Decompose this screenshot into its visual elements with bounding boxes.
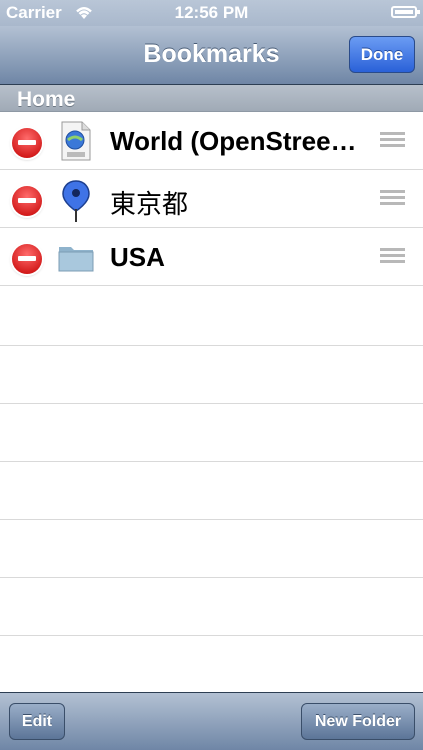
section-header: Home <box>0 85 423 112</box>
list-separator <box>0 519 423 520</box>
map-pin-icon <box>58 179 94 222</box>
section-label: Home <box>17 88 76 111</box>
edit-button[interactable]: Edit <box>9 703 65 740</box>
list-separator <box>0 577 423 578</box>
delete-icon[interactable] <box>12 128 42 158</box>
reorder-handle-icon[interactable] <box>380 190 405 210</box>
list-item[interactable]: 東京都 <box>0 170 423 228</box>
list-separator <box>0 403 423 404</box>
battery-icon <box>391 6 420 18</box>
bottom-toolbar: Edit New Folder <box>0 692 423 750</box>
status-bar: Carrier 12:56 PM <box>0 0 423 26</box>
bookmark-name: USA <box>110 242 165 272</box>
new-folder-button[interactable]: New Folder <box>301 703 415 740</box>
reorder-handle-icon[interactable] <box>380 132 405 152</box>
bookmark-list: World (OpenStreetMap) 東京都 USA <box>0 112 423 286</box>
reorder-handle-icon[interactable] <box>380 248 405 268</box>
bookmark-name: World (OpenStreetMap) <box>110 126 365 156</box>
bookmark-name: 東京都 <box>110 189 189 219</box>
navigation-bar: Bookmarks Done <box>0 26 423 85</box>
list-separator <box>0 635 423 636</box>
list-separator <box>0 461 423 462</box>
list-item[interactable]: USA <box>0 228 423 286</box>
done-button[interactable]: Done <box>349 36 415 73</box>
list-item[interactable]: World (OpenStreetMap) <box>0 112 423 170</box>
delete-icon[interactable] <box>12 186 42 216</box>
delete-icon[interactable] <box>12 244 42 274</box>
kml-file-icon <box>58 121 94 161</box>
list-separator <box>0 345 423 346</box>
folder-icon <box>58 237 94 277</box>
clock: 12:56 PM <box>174 3 249 22</box>
